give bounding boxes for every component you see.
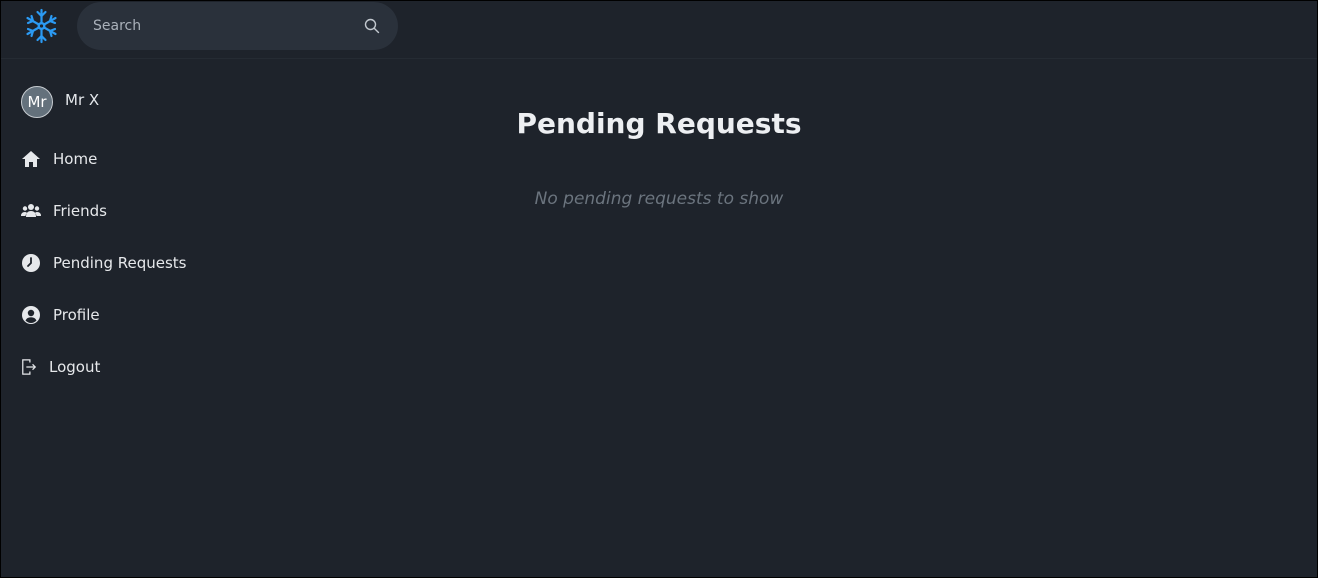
sidebar-item-label: Profile bbox=[53, 306, 100, 324]
sidebar-item-profile[interactable]: Profile bbox=[21, 303, 100, 327]
sidebar-item-home[interactable]: Home bbox=[21, 147, 97, 171]
user-profile-link[interactable]: Mr Mr X bbox=[21, 86, 99, 118]
user-circle-icon bbox=[21, 305, 41, 325]
sidebar-item-friends[interactable]: Friends bbox=[21, 199, 107, 223]
avatar[interactable]: Mr bbox=[21, 86, 53, 118]
search-bar bbox=[77, 2, 398, 50]
top-bar bbox=[1, 1, 1317, 59]
sidebar-item-label: Home bbox=[53, 150, 98, 168]
sidebar: Mr Mr X Home Friends Pending Requests Pr… bbox=[1, 59, 231, 577]
logout-icon bbox=[21, 357, 37, 377]
page-title: Pending Requests bbox=[516, 107, 802, 140]
sidebar-item-pending-requests[interactable]: Pending Requests bbox=[21, 251, 186, 275]
sidebar-item-label: Pending Requests bbox=[53, 254, 187, 272]
main-content: Pending Requests No pending requests to … bbox=[231, 59, 1317, 577]
search-input[interactable] bbox=[93, 2, 353, 50]
user-name: Mr X bbox=[65, 91, 100, 109]
search-icon[interactable] bbox=[364, 18, 380, 34]
avatar-initials: Mr bbox=[27, 93, 47, 111]
home-icon bbox=[21, 149, 41, 169]
sidebar-item-label: Logout bbox=[49, 358, 101, 376]
empty-state-message: No pending requests to show bbox=[534, 189, 784, 209]
sidebar-item-label: Friends bbox=[53, 202, 107, 220]
clock-icon bbox=[21, 253, 41, 273]
sidebar-item-logout[interactable]: Logout bbox=[21, 355, 100, 379]
friends-icon bbox=[21, 201, 41, 221]
app-window: Mr Mr X Home bbox=[1, 1, 1317, 577]
snowflake-icon[interactable] bbox=[25, 8, 58, 44]
